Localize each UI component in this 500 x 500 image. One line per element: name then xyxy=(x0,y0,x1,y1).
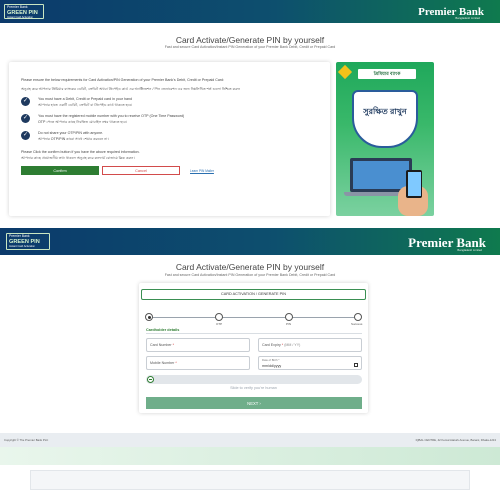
requirements-card: Please ensure the below requirements for… xyxy=(9,62,330,216)
card-expiry-label: Card Expiry * (MM / YY) xyxy=(262,343,301,347)
step-label: Success xyxy=(351,322,363,326)
bottom-green-strip xyxy=(0,447,500,465)
tab-card-activation[interactable]: CARD ACTIVATION / GENERATE PIN xyxy=(141,289,366,300)
step-pin-radio xyxy=(285,313,293,321)
learn-pin-mailer-link[interactable]: Learn PIN Mailer xyxy=(190,169,214,173)
footer-copyright: Copyright © The Premier Bank PLC xyxy=(4,438,49,442)
next-button[interactable]: NEXT › xyxy=(146,397,362,409)
dob-label: Date of Birth * xyxy=(262,358,280,362)
cancel-button[interactable]: Cancel xyxy=(102,166,180,175)
page: Premier Bank GREEN PIN Instant Card Acti… xyxy=(0,0,500,500)
requirement-text-bn: OTP পেতে আপনার কাছে নিবন্ধিত মোবাইল নম্ব… xyxy=(38,120,128,124)
check-icon: ✓ xyxy=(21,131,30,140)
brand-subtitle: Bangladesh Limited xyxy=(457,248,482,252)
green-pin-logo[interactable]: Premier Bank GREEN PIN Instant Card Acti… xyxy=(4,4,44,19)
step-success-radio xyxy=(354,313,362,321)
requirement-text-bn: আপনার OTP/PIN কারো সাথে শেয়ার করবেন না। xyxy=(38,137,109,141)
mobile-number-label: Mobile Number * xyxy=(150,361,177,365)
confirm-note-en: Please Click the confirm button if you h… xyxy=(21,150,140,154)
dob-value: mm/dd/yyyy xyxy=(262,364,282,368)
check-icon: ✓ xyxy=(21,114,30,123)
requirement-text-bn: আপনার হাতে একটি ডেবিট, ক্রেডিট বা প্রিপে… xyxy=(38,103,133,107)
logo-line3: Instant Card Activation xyxy=(9,244,35,248)
requirement-item: ✓ Do not share your OTP/PIN with anyone.… xyxy=(21,131,321,145)
section-divider xyxy=(146,333,362,334)
step-label: OTP xyxy=(216,322,223,326)
calendar-icon[interactable] xyxy=(354,363,358,367)
step-1-radio xyxy=(145,313,153,321)
requirements-intro-en: Please ensure the below requirements for… xyxy=(21,78,225,82)
requirement-item: ✓ You must have a Debit, Credit or Prepa… xyxy=(21,97,321,111)
step-label: PIN xyxy=(286,322,292,326)
footer-address: IQBAL CENTRE, 42 Kemal Ataturk Avenue, B… xyxy=(415,438,496,442)
promo-banner[interactable]: প্রিমিয়ার ব্যাংক সুরক্ষিত রাখুন xyxy=(336,62,434,216)
requirement-item: ✓ You must have the registered mobile nu… xyxy=(21,114,321,128)
green-pin-logo[interactable]: Premier Bank GREEN PIN Instant Card Acti… xyxy=(6,233,50,250)
phone-icon xyxy=(406,170,422,198)
card-expiry-field[interactable]: Card Expiry * (MM / YY) xyxy=(258,338,362,352)
bottom-bar xyxy=(30,470,470,490)
cardholder-details-heading: Cardholder details xyxy=(146,328,180,332)
page-title: Card Activate/Generate PIN by yourself xyxy=(175,262,325,272)
mobile-number-field[interactable]: Mobile Number * xyxy=(146,356,250,370)
promo-slogan: সুরক্ষিত রাখুন xyxy=(363,107,407,116)
logo-line3: Instant Card Activation xyxy=(7,15,33,19)
check-icon: ✓ xyxy=(21,97,30,106)
requirement-text-en: Do not share your OTP/PIN with anyone. xyxy=(38,131,104,135)
slide-verify-text: Slide to verify you're human xyxy=(230,386,277,390)
page-subtitle: Fast and secure Card Activation/Instant … xyxy=(164,45,336,49)
confirm-button[interactable]: Confirm xyxy=(21,166,99,175)
confirm-note-bn: আপনার কাছে প্রয়োজনীয় তথ্য থাকলে অনুগ্র… xyxy=(21,156,135,160)
requirements-intro-bn: অনুগ্রহ করে আপনার প্রিমিয়ার ব্যাংকের ডে… xyxy=(21,87,241,91)
slider-handle-icon[interactable] xyxy=(147,376,154,383)
logo-line2: GREEN PIN xyxy=(7,9,38,16)
requirement-text-en: You must have the registered mobile numb… xyxy=(38,114,185,118)
shield-icon: সুরক্ষিত রাখুন xyxy=(352,90,418,148)
step-otp-radio xyxy=(215,313,223,321)
date-of-birth-field[interactable]: Date of Birth * mm/dd/yyyy xyxy=(258,356,362,370)
stepper-track xyxy=(149,317,359,318)
brand-subtitle: Bangladesh Limited xyxy=(455,16,480,20)
card-number-field[interactable]: Card Number * xyxy=(146,338,250,352)
page-title: Card Activate/Generate PIN by yourself xyxy=(175,35,325,45)
page-subtitle: Fast and secure Card Activation/Instant … xyxy=(164,273,336,277)
promo-bank-name: প্রিমিয়ার ব্যাংক xyxy=(358,69,416,79)
card-number-label: Card Number * xyxy=(150,343,174,347)
requirement-text-en: You must have a Debit, Credit or Prepaid… xyxy=(38,97,132,101)
activation-form-card: CARD ACTIVATION / GENERATE PIN OTP PIN S… xyxy=(139,283,368,413)
footer: Copyright © The Premier Bank PLC IQBAL C… xyxy=(0,433,500,447)
human-verify-slider[interactable] xyxy=(146,375,362,384)
top-header: Premier Bank GREEN PIN Instant Card Acti… xyxy=(0,0,500,23)
bank-emblem-icon xyxy=(337,64,353,80)
bottom-header: Premier Bank GREEN PIN Instant Card Acti… xyxy=(0,228,500,255)
